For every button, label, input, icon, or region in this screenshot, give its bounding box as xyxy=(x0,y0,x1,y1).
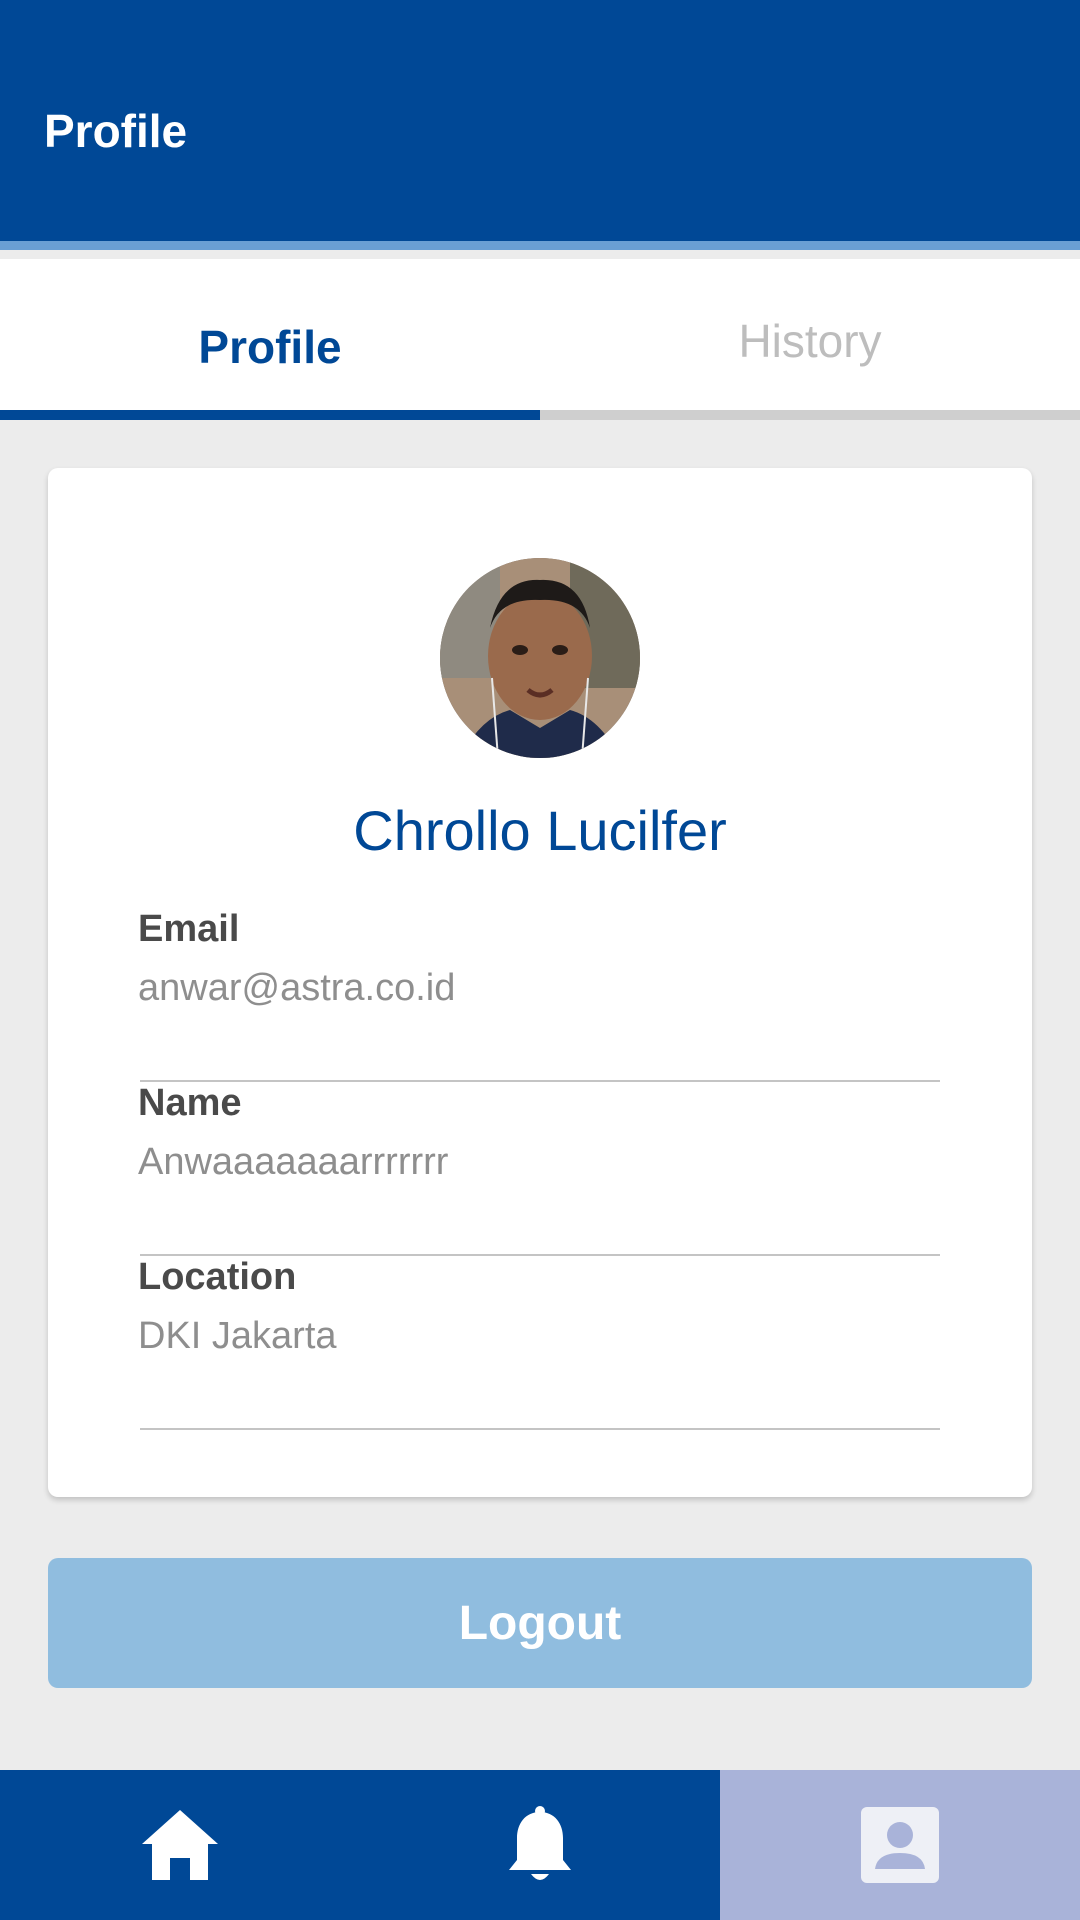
name-value: Anwaaaaaaarrrrrrr xyxy=(138,1141,449,1183)
name-label: Name xyxy=(138,1082,242,1124)
tab-bar: Profile History xyxy=(0,259,1080,420)
tab-indicator-inactive xyxy=(540,410,1080,420)
email-field[interactable]: Email anwar@astra.co.id xyxy=(138,908,940,1082)
bell-icon xyxy=(509,1806,571,1880)
tab-history[interactable]: History xyxy=(540,259,1080,420)
app-bar: Profile xyxy=(0,0,1080,250)
nav-home[interactable] xyxy=(0,1770,360,1920)
page-title: Profile xyxy=(44,105,188,157)
location-label: Location xyxy=(138,1256,297,1298)
user-name: Chrollo Lucilfer xyxy=(353,799,727,862)
nav-profile[interactable] xyxy=(720,1770,1080,1920)
profile-card: Chrollo Lucilfer Email anwar@astra.co.id… xyxy=(48,468,1032,1497)
email-label: Email xyxy=(138,908,240,950)
home-icon xyxy=(142,1810,218,1880)
tab-indicator-active xyxy=(0,410,540,420)
person-icon xyxy=(861,1807,939,1883)
nav-notifications[interactable] xyxy=(360,1770,720,1920)
logout-button[interactable]: Logout xyxy=(48,1558,1032,1688)
avatar xyxy=(440,558,640,758)
avatar-photo xyxy=(440,558,640,758)
location-value: DKI Jakarta xyxy=(138,1315,337,1357)
tab-profile[interactable]: Profile xyxy=(0,259,540,420)
bottom-nav xyxy=(0,1770,1080,1920)
email-value: anwar@astra.co.id xyxy=(138,967,456,1009)
name-field[interactable]: Name Anwaaaaaaarrrrrrr xyxy=(138,1082,940,1256)
field-underline xyxy=(140,1428,940,1430)
location-field[interactable]: Location DKI Jakarta xyxy=(138,1256,940,1430)
